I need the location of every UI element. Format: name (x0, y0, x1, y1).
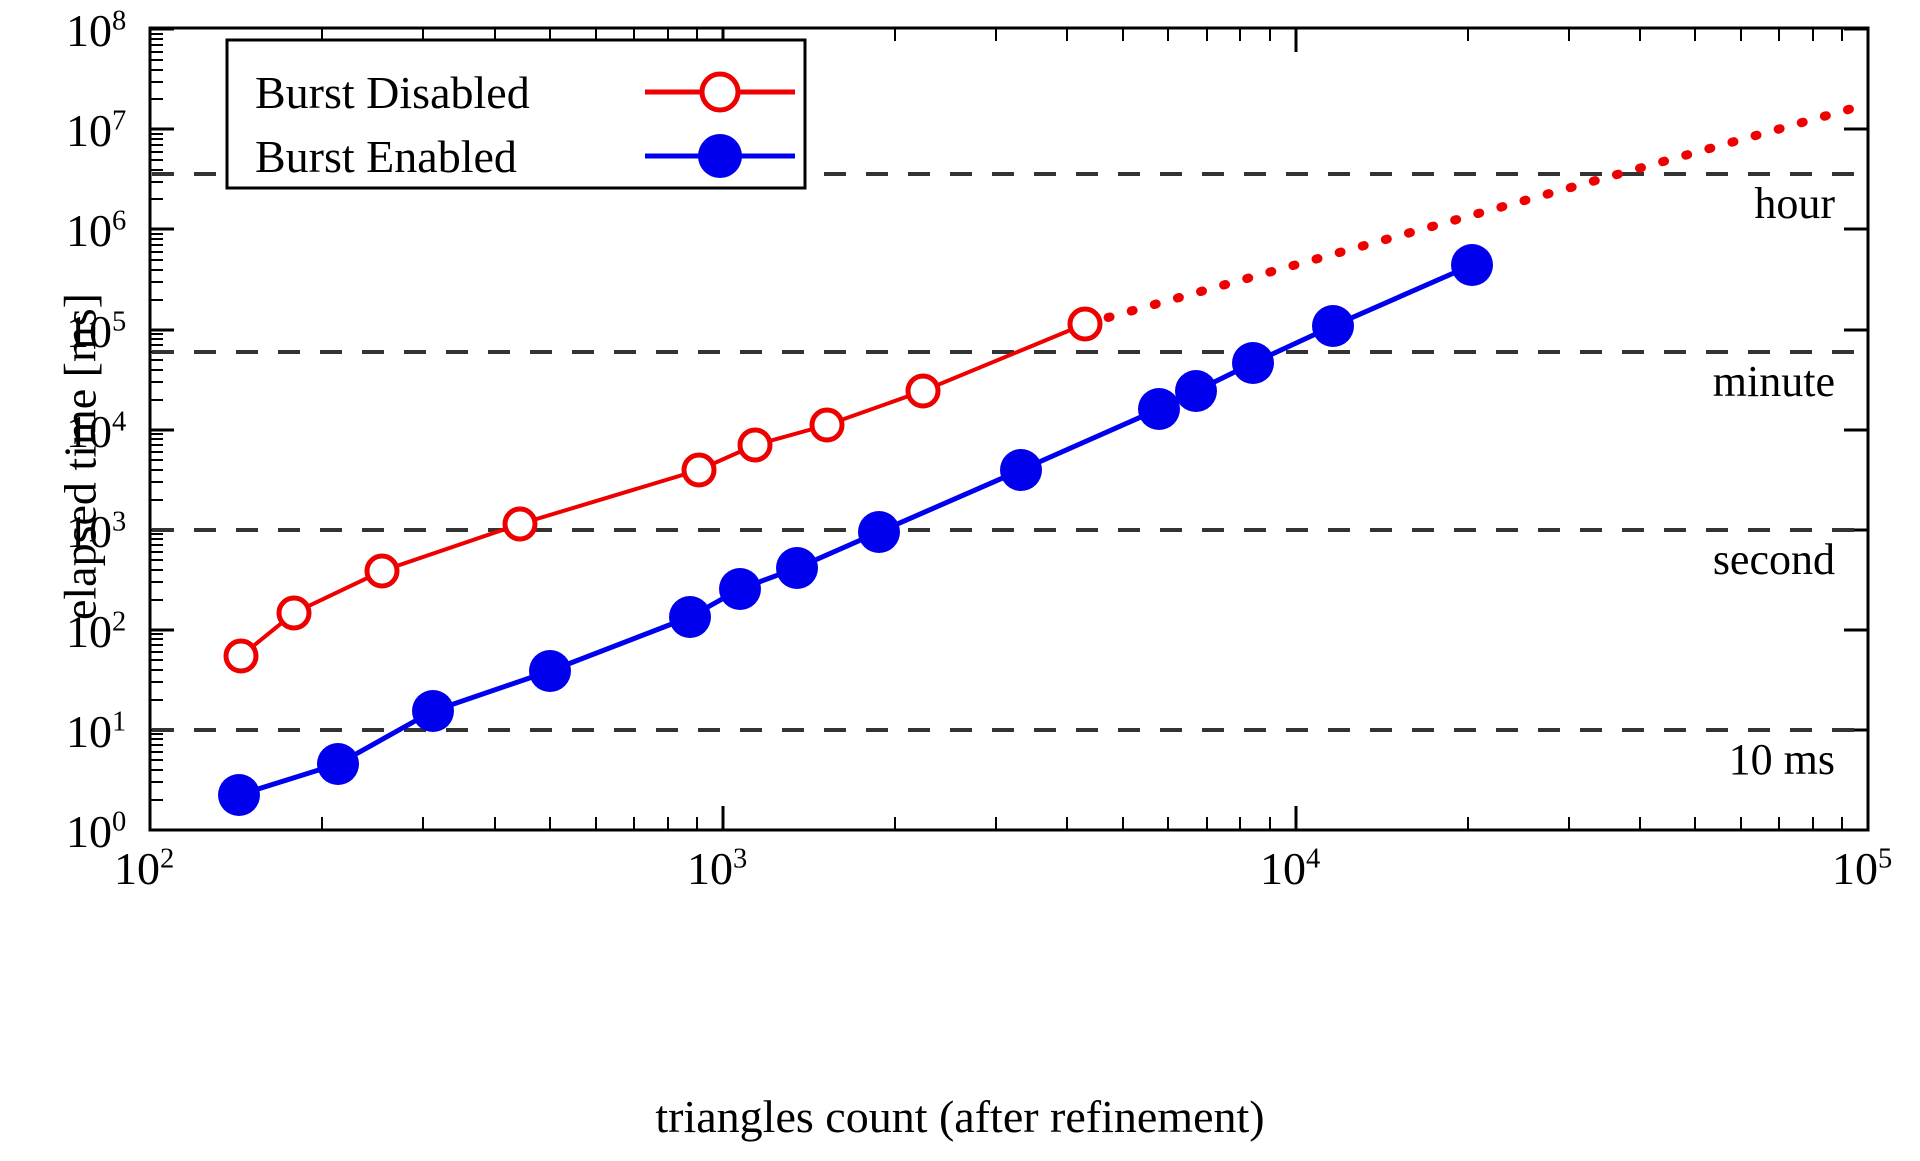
annotation-label-hour: hour (1754, 179, 1835, 228)
x-axis-title: triangles count (after refinement) (655, 1091, 1265, 1142)
annotation-label-10ms: 10 ms (1728, 735, 1835, 784)
annotation-label-minute: minute (1712, 357, 1835, 406)
x-tick-label-1e3: 103 (687, 843, 748, 894)
legend-sample-marker-burst-enabled (698, 134, 742, 178)
x-tick-label-1e5: 105 (1832, 843, 1893, 894)
y-axis-title: elapsed time [ms] (54, 293, 106, 621)
y-axis-title-wrapper: elapsed time [ms] (54, 147, 107, 767)
x-tick-label-1e2: 102 (114, 843, 175, 894)
x-axis-title-wrapper: triangles count (after refinement) (0, 1090, 1920, 1143)
x-tick-label-1e4: 104 (1260, 843, 1321, 894)
legend-label-burst-enabled: Burst Enabled (255, 131, 517, 182)
y-tick-label-1e8: 108 (66, 5, 127, 56)
legend-label-burst-disabled: Burst Disabled (255, 67, 530, 118)
annotation-label-second: second (1712, 535, 1835, 584)
chart-figure: Burst Disabled Burst Enabled 108 107 106… (0, 0, 1920, 1161)
legend-sample-marker-burst-disabled (699, 71, 741, 113)
